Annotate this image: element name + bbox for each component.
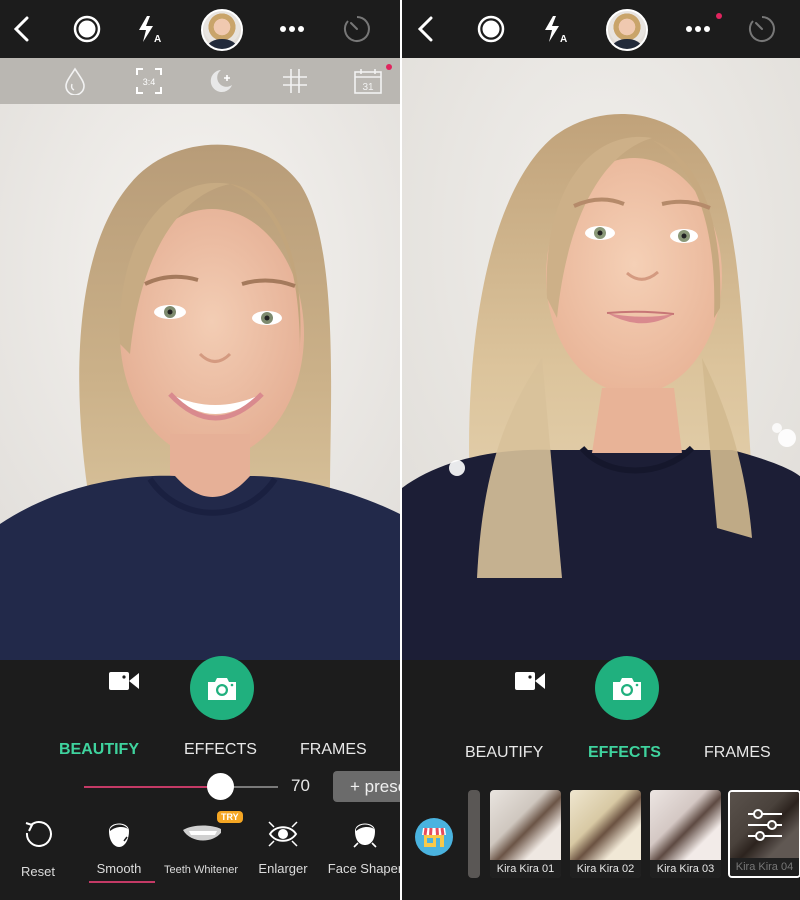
capture-mode-button[interactable]: [471, 9, 511, 49]
timer-icon: [748, 16, 775, 42]
shutter-mode-icon: [73, 15, 101, 43]
tool-label: Face Shaper: [327, 861, 400, 876]
store-icon: [422, 827, 446, 847]
night-mode-icon: [210, 70, 232, 92]
video-camera-icon: [109, 672, 139, 690]
back-button[interactable]: [2, 9, 42, 49]
smooth-face-icon: [109, 823, 129, 847]
secondary-toolbar: 3:4 31: [0, 58, 400, 104]
tab-effects[interactable]: EFFECTS: [588, 744, 661, 762]
more-button[interactable]: [678, 9, 718, 49]
selfie-photo-with-effect: [402, 58, 800, 660]
effect-label: Kira Kira 02: [570, 860, 641, 878]
effect-label: Kira Kira 03: [650, 860, 721, 878]
calendar-notification-dot: [386, 64, 392, 70]
camera-icon: [613, 678, 641, 700]
tool-enlarger[interactable]: Enlarger: [243, 815, 323, 876]
right-screen-effects: A BEAUTIFY EFFECTS FRAMES Kira Kira 01 K…: [400, 0, 800, 900]
tab-frames[interactable]: FRAMES: [704, 744, 771, 762]
slider-value: 70: [291, 776, 310, 795]
capture-button[interactable]: [190, 656, 254, 720]
effect-label: Kira Kira 01: [490, 860, 561, 878]
more-notification-dot: [716, 13, 722, 19]
svg-text:31: 31: [362, 82, 374, 93]
effect-kira-kira-01[interactable]: Kira Kira 01: [490, 790, 561, 878]
tab-beautify[interactable]: BEAUTIFY: [465, 744, 543, 762]
adjust-sliders-icon: [748, 809, 782, 841]
tool-smooth[interactable]: Smooth: [79, 815, 159, 876]
timer-icon: [343, 16, 370, 42]
selected-tool-indicator: [89, 881, 155, 883]
more-icon: [686, 26, 710, 32]
top-bar: A: [402, 0, 800, 58]
flash-button[interactable]: A: [536, 9, 576, 49]
eye-enlarger-icon: [268, 821, 298, 847]
add-preset-button[interactable]: + preset: [333, 771, 400, 802]
more-icon: [280, 26, 304, 32]
flash-auto-icon: A: [139, 16, 161, 44]
effect-kira-kira-04[interactable]: Kira Kira 04: [728, 790, 800, 878]
profile-avatar[interactable]: [606, 9, 648, 51]
selfie-photo: [0, 104, 400, 660]
top-bar: A: [0, 0, 400, 58]
effect-kira-kira-02[interactable]: Kira Kira 02: [570, 790, 641, 878]
night-mode-button[interactable]: [204, 65, 238, 97]
tool-label: Reset: [21, 864, 55, 879]
face-shaper-icon: [353, 823, 377, 848]
back-icon: [13, 16, 29, 42]
timer-button[interactable]: [742, 9, 782, 49]
video-camera-icon: [515, 672, 545, 690]
tab-beautify[interactable]: BEAUTIFY: [59, 741, 139, 759]
grid-icon: [283, 69, 307, 93]
grid-button[interactable]: [278, 65, 312, 97]
left-screen-beautify: A 3:4 31 BEAUTIFY EFFECTS FRAMES 70 + pr…: [0, 0, 400, 900]
reset-icon: [25, 820, 52, 847]
flash-button[interactable]: A: [130, 9, 170, 49]
teeth-icon: [183, 825, 221, 841]
more-button[interactable]: [272, 9, 312, 49]
try-badge: TRY: [217, 811, 243, 823]
timer-button[interactable]: [337, 9, 377, 49]
video-mode-button[interactable]: [108, 668, 140, 694]
tool-teeth-whitener[interactable]: Teeth Whitener: [161, 815, 241, 876]
effects-store-button[interactable]: [415, 818, 453, 856]
profile-avatar[interactable]: [201, 9, 243, 51]
droplet-icon: [65, 67, 85, 95]
slider-thumb[interactable]: [206, 773, 234, 800]
tool-face-shaper[interactable]: Face Shaper: [325, 815, 400, 876]
effect-thumbnail-partial[interactable]: [468, 790, 480, 878]
camera-preview[interactable]: [0, 104, 400, 660]
aspect-ratio-icon: 3:4: [136, 68, 162, 94]
tab-effects[interactable]: EFFECTS: [184, 741, 257, 759]
capture-mode-button[interactable]: [67, 9, 107, 49]
camera-preview[interactable]: [402, 58, 800, 660]
aspect-ratio-button[interactable]: 3:4: [132, 65, 166, 97]
filter-intensity-button[interactable]: [58, 65, 92, 97]
flash-auto-icon: A: [545, 16, 567, 44]
tool-reset[interactable]: Reset: [0, 815, 78, 879]
camera-icon: [208, 678, 236, 700]
back-icon: [417, 16, 433, 42]
smooth-slider[interactable]: [84, 773, 278, 800]
capture-button[interactable]: [595, 656, 659, 720]
svg-text:3:4: 3:4: [143, 77, 156, 87]
tool-label: Enlarger: [258, 861, 308, 876]
effect-kira-kira-03[interactable]: Kira Kira 03: [650, 790, 721, 878]
calendar-icon: 31: [354, 69, 382, 94]
tab-frames[interactable]: FRAMES: [300, 741, 367, 759]
slider-fill: [84, 786, 220, 788]
shutter-mode-icon: [477, 15, 505, 43]
tool-label: Smooth: [96, 861, 142, 876]
effect-label: Kira Kira 04: [730, 858, 799, 876]
video-mode-button[interactable]: [514, 668, 546, 694]
svg-text:A: A: [560, 34, 567, 44]
tool-label: Teeth Whitener: [164, 864, 238, 876]
svg-text:A: A: [154, 34, 161, 44]
back-button[interactable]: [406, 9, 446, 49]
calendar-button[interactable]: 31: [351, 65, 385, 97]
